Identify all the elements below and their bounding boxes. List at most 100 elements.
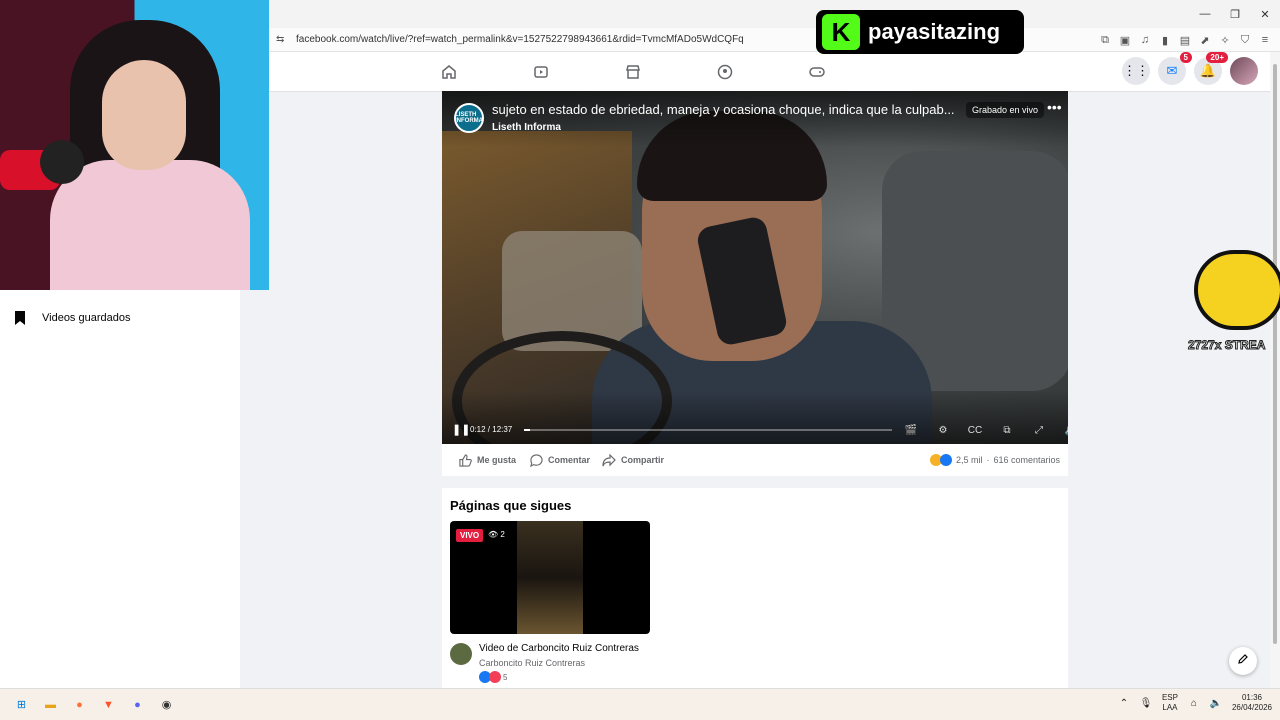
video-actions-bar: Me gusta Comentar Compartir 2,5 mil · 61… (442, 444, 1068, 476)
video-controls: ❚❚ 0:12 / 12:37 🎬 ⚙ CC ⧉ ⤢ 🔊 (452, 421, 1068, 441)
fullscreen-icon[interactable]: ⤢ (1030, 421, 1048, 439)
url-field[interactable]: facebook.com/watch/live/?ref=watch_perma… (296, 34, 744, 45)
share-label: Compartir (621, 455, 665, 465)
comments-count[interactable]: 616 comentarios (993, 455, 1060, 465)
gaming-icon[interactable] (807, 62, 827, 82)
kick-logo: K payasitazing (816, 10, 1024, 54)
ai-icon[interactable]: ✧ (1218, 33, 1232, 47)
card-title[interactable]: Video de Carboncito Ruiz Contreras (479, 643, 639, 654)
window-controls: — ❐ ✕ (1190, 0, 1280, 28)
clock-time: 01:36 (1241, 693, 1262, 702)
edit-icon (1237, 652, 1249, 670)
lang-line1: ESP (1161, 693, 1178, 702)
clock[interactable]: 01:36 26/04/2026 (1232, 693, 1272, 713)
speaker-icon[interactable]: 🔈 (1210, 697, 1222, 709)
bee-overlay-text: 2727x STREA (1187, 338, 1266, 353)
groups-icon[interactable] (715, 62, 735, 82)
browser-toolbar: ⧉ ▣ ♫ ▮ ▤ ⬈ ✧ ⛉ ≡ (1098, 33, 1272, 47)
saved-videos-link[interactable]: Videos guardados (10, 308, 130, 328)
share-button[interactable]: Compartir (602, 453, 664, 467)
close-button[interactable]: ✕ (1250, 0, 1280, 28)
nav-right-actions: ⋮⋮ ✉ 5 🔔 20+ (1122, 52, 1258, 85)
new-message-button[interactable] (1229, 647, 1257, 675)
progress-fill (524, 429, 530, 431)
chevron-up-icon[interactable]: ⌃ (1118, 697, 1130, 709)
windows-start-icon[interactable]: ⊞ (12, 695, 31, 714)
system-tray: ⌃ 🎙 ESP LAA ⌂ 🔈 01:36 26/04/2026 (1118, 693, 1272, 713)
menu-grid-button[interactable]: ⋮⋮ (1122, 57, 1150, 85)
bookmark-icon (10, 308, 30, 328)
network-icon[interactable]: ⌂ (1188, 697, 1200, 709)
video-player[interactable]: LISETH INFORMA sujeto en estado de ebrie… (442, 91, 1068, 444)
section-title: Páginas que sigues (450, 498, 572, 513)
obs-icon[interactable]: ◉ (157, 695, 176, 714)
bee-mascot-overlay: 2727x STREA (1187, 250, 1280, 353)
home-icon[interactable] (439, 62, 459, 82)
progress-bar[interactable] (524, 429, 892, 431)
comment-icon (529, 453, 543, 467)
profile-avatar[interactable] (1230, 57, 1258, 85)
webcam-face (102, 60, 186, 170)
followed-pages-section: Páginas que sigues VIVO 👁 2 Video de Car… (442, 488, 1068, 688)
viewer-count: 👁 2 (488, 530, 505, 539)
restore-button[interactable]: ❐ (1220, 0, 1250, 28)
settings-gear-icon[interactable]: ⚙ (934, 421, 952, 439)
volume-icon[interactable]: 🔊 (1062, 421, 1068, 439)
scrollbar-thumb[interactable] (1273, 64, 1277, 644)
marketplace-icon[interactable] (623, 62, 643, 82)
share-arrow-icon (602, 453, 616, 467)
screen: — ❐ ✕ ⇆ facebook.com/watch/live/?ref=wat… (0, 0, 1280, 720)
page-avatar[interactable] (450, 643, 472, 665)
messenger-icon: ✉ (1166, 63, 1178, 78)
share-icon[interactable]: ⬈ (1198, 33, 1212, 47)
clapper-icon[interactable]: 🎬 (902, 421, 920, 439)
thumbs-up-icon (458, 453, 472, 467)
grid-icon: ⋮⋮ (1123, 63, 1149, 78)
card-reactions: 5 (479, 671, 507, 683)
menu-icon[interactable]: ≡ (1258, 33, 1272, 47)
notifications-button[interactable]: 🔔 20+ (1194, 52, 1228, 85)
firefox-icon[interactable]: ● (70, 695, 89, 714)
comment-label: Comentar (548, 455, 591, 465)
channel-name[interactable]: Liseth Informa (492, 122, 561, 133)
video-icon[interactable] (531, 62, 551, 82)
channel-logo[interactable]: LISETH INFORMA (454, 103, 484, 133)
captions-icon[interactable]: CC (966, 421, 984, 439)
reactions-summary[interactable]: 2,5 mil · 616 comentarios (929, 454, 1060, 466)
comment-button[interactable]: Comentar (529, 453, 590, 467)
wallet-icon[interactable]: ▤ (1178, 33, 1192, 47)
shield-icon[interactable]: ⛉ (1238, 33, 1252, 47)
love-reaction-icon (489, 671, 501, 683)
lang-line2: LAA (1162, 703, 1178, 712)
like-button[interactable]: Me gusta (458, 453, 516, 467)
messenger-button[interactable]: ✉ 5 (1158, 52, 1192, 85)
microphone-icon[interactable]: 🎙 (1140, 697, 1153, 709)
viewer-count-value: 2 (500, 530, 505, 539)
live-badge: VIVO (456, 529, 484, 542)
thumbnail-image (517, 521, 583, 634)
page-scrollbar[interactable] (1270, 52, 1280, 688)
discord-icon[interactable]: ● (128, 695, 147, 714)
language-indicator[interactable]: ESP LAA (1162, 693, 1178, 713)
live-video-thumbnail[interactable]: VIVO 👁 2 (450, 521, 650, 634)
recorded-live-badge: Grabado en vivo (966, 102, 1045, 118)
video-title[interactable]: sujeto en estado de ebriedad, maneja y o… (492, 102, 972, 117)
bee-icon (1194, 250, 1280, 330)
left-sidebar: Videos guardados (0, 290, 240, 688)
brave-icon[interactable]: ▼ (99, 695, 118, 714)
more-options-icon[interactable]: ••• (1047, 99, 1062, 115)
video-top-gradient (442, 91, 1068, 147)
miniplayer-icon[interactable]: ⧉ (998, 421, 1016, 439)
video-time: 0:12 / 12:37 (470, 425, 513, 434)
webcam-overlay (0, 0, 269, 290)
clock-date: 26/04/2026 (1231, 703, 1272, 712)
card-subtitle[interactable]: Carboncito Ruiz Contreras (479, 658, 585, 668)
pause-icon[interactable]: ❚❚ (452, 423, 470, 437)
sidebar-icon[interactable]: ▮ (1158, 33, 1172, 47)
minimize-button[interactable]: — (1190, 0, 1220, 28)
extensions-icon[interactable]: ⧉ (1098, 33, 1112, 47)
site-settings-icon[interactable]: ⇆ (276, 34, 284, 45)
file-explorer-icon[interactable]: ▬ (41, 695, 60, 714)
tab-icon[interactable]: ▣ (1118, 33, 1132, 47)
music-icon[interactable]: ♫ (1138, 33, 1152, 47)
